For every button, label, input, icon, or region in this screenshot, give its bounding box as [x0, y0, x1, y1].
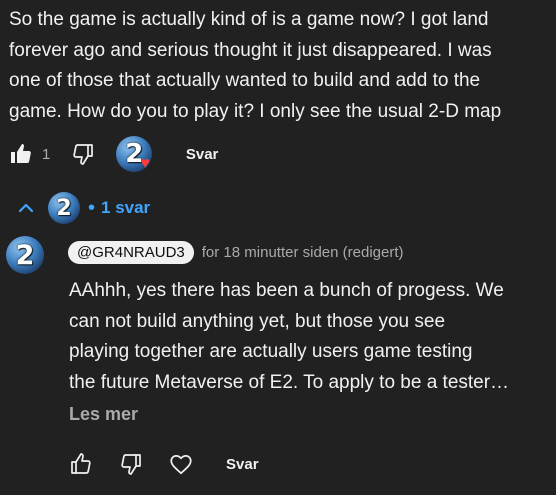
bullet-separator: • [88, 196, 96, 219]
reply-text: AAhhh, yes there has been a bunch of pro… [69, 280, 510, 393]
reply-button[interactable]: Svar [186, 146, 219, 163]
thumbs-down-icon [73, 144, 94, 165]
thumbs-up-icon [71, 453, 91, 474]
reply-like-button[interactable] [66, 449, 96, 479]
replies-toggle[interactable]: 2 • 1 svar [14, 190, 150, 226]
chevron-up-icon [18, 203, 34, 213]
like-count: 1 [42, 145, 51, 163]
heart-outline-icon [170, 455, 192, 475]
avatar-text: 2 [56, 195, 72, 221]
reply-dislike-button[interactable] [116, 449, 146, 479]
thumbs-up-filled-icon [11, 144, 31, 163]
like-button[interactable] [6, 139, 36, 169]
dislike-button[interactable] [68, 139, 98, 169]
reply-author-avatar[interactable]: 2 [6, 236, 44, 274]
replies-avatar: 2 [48, 192, 80, 224]
replies-count-label: 1 svar [101, 198, 151, 217]
reply-timestamp[interactable]: for 18 minutter siden (redigert) [202, 244, 404, 261]
heart-icon: ♥ [140, 155, 150, 172]
reply-author-name[interactable]: @GR4NRAUD3 [68, 241, 194, 264]
reply-actions: Svar [66, 449, 259, 479]
thumbs-down-icon [121, 454, 141, 475]
comment-actions: 1 2 ♥ Svar [6, 134, 218, 174]
read-more-button[interactable]: Les mer [69, 404, 138, 425]
reply-reply-button[interactable]: Svar [226, 456, 259, 473]
reply-heart-button[interactable] [166, 449, 196, 479]
avatar-text: 2 [15, 239, 35, 271]
comment-text: So the game is actually kind of is a gam… [9, 9, 502, 122]
reply-header: @GR4NRAUD3 for 18 minutter siden (redige… [68, 241, 404, 264]
comment-thread: So the game is actually kind of is a gam… [0, 0, 556, 495]
